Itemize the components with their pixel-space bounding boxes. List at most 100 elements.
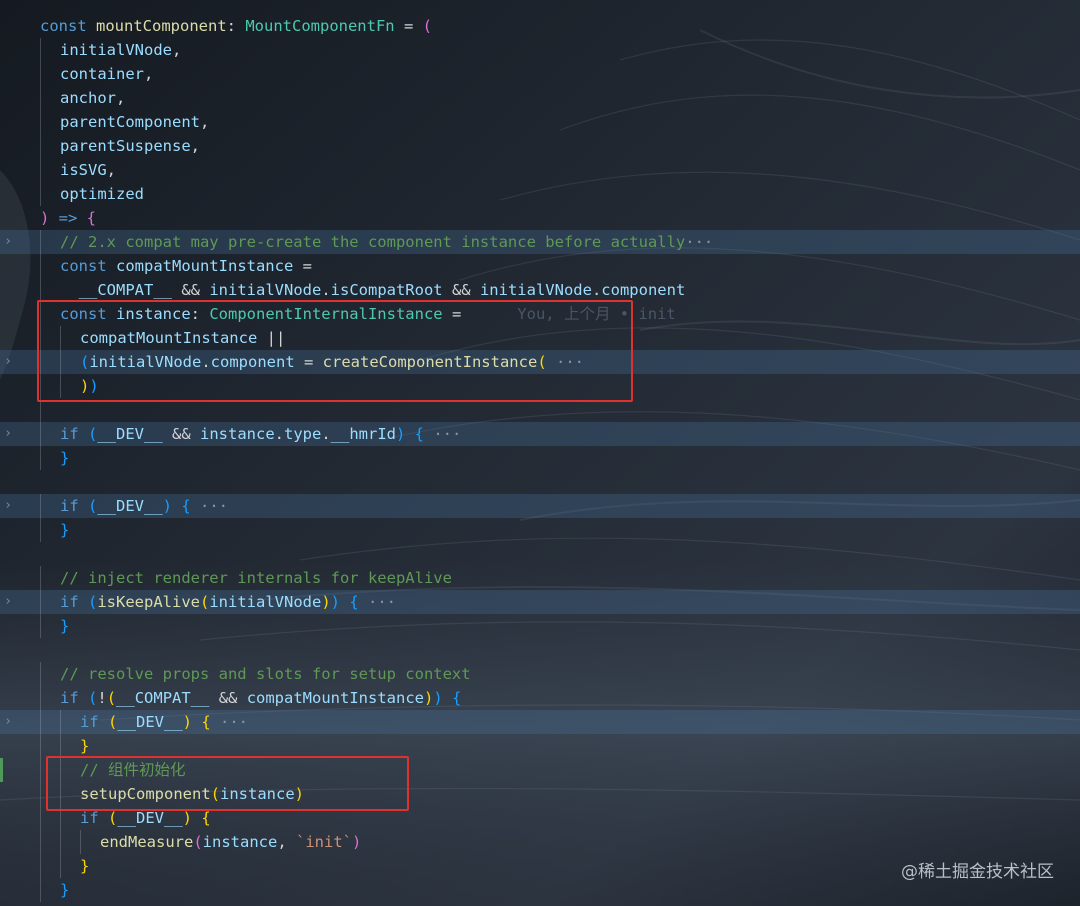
code-token: ): [352, 833, 362, 851]
code-token: {: [405, 425, 425, 443]
code-token: ): [321, 593, 331, 611]
code-token: if: [80, 713, 108, 731]
code-token: const: [40, 17, 96, 35]
indent-guides: [40, 734, 80, 758]
indent-guides: [40, 158, 60, 182]
code-token: ): [182, 809, 193, 827]
code-token: initialVNode: [60, 41, 172, 59]
code-token: initialVNode: [209, 281, 322, 299]
indent-guides: [40, 830, 100, 854]
code-line[interactable]: if (__DEV__ && instance.type.__hmrId) { …: [0, 422, 1080, 446]
code-token: :: [226, 17, 246, 35]
code-token: __DEV__: [97, 497, 163, 515]
folded-ellipsis[interactable]: ···: [359, 593, 396, 611]
code-token: instance: [200, 425, 275, 443]
code-line[interactable]: if (isKeepAlive(initialVNode)) { ···: [0, 590, 1080, 614]
code-token: if: [80, 809, 108, 827]
code-token: initialVNode: [479, 281, 592, 299]
code-token: __COMPAT__: [60, 281, 182, 299]
code-token: __DEV__: [117, 809, 183, 827]
indent-guides: [40, 134, 60, 158]
code-line[interactable]: if (__DEV__) { ···: [0, 494, 1080, 518]
code-token: (: [88, 425, 98, 443]
indent-guides: [40, 614, 60, 638]
code-token: =>: [49, 209, 87, 227]
code-token: (: [88, 689, 98, 707]
code-token: __DEV__: [97, 425, 163, 443]
code-line[interactable]: // resolve props and slots for setup con…: [40, 662, 1080, 686]
code-line[interactable]: }: [40, 446, 1080, 470]
code-line[interactable]: }: [40, 614, 1080, 638]
folded-ellipsis[interactable]: ···: [211, 713, 248, 731]
code-token: optimized: [60, 185, 144, 203]
indent-guides: [40, 38, 60, 62]
code-line[interactable]: [40, 542, 1080, 566]
code-token: {: [192, 713, 211, 731]
code-token: (: [106, 689, 117, 707]
code-token: ,: [199, 113, 210, 131]
code-line[interactable]: ) => {: [40, 206, 1080, 230]
indent-guides: [40, 86, 60, 110]
folded-ellipsis[interactable]: ···: [424, 425, 461, 443]
code-line[interactable]: }: [40, 734, 1080, 758]
code-token: compatMountInstance: [116, 257, 294, 275]
code-token: parentComponent: [60, 113, 200, 131]
indent-guides: [40, 590, 60, 614]
code-token: // 2.x compat may pre-create the compone…: [60, 233, 686, 251]
code-token: ,: [106, 161, 117, 179]
code-token: if: [60, 689, 88, 707]
folded-ellipsis[interactable]: ···: [191, 497, 228, 515]
code-token: ,: [116, 89, 126, 107]
code-token: ,: [144, 65, 154, 83]
code-token: &&: [162, 425, 200, 443]
folded-ellipsis[interactable]: ···: [685, 233, 713, 251]
code-line[interactable]: initialVNode,: [40, 38, 1080, 62]
code-line[interactable]: anchor,: [40, 86, 1080, 110]
code-line[interactable]: if (!(__COMPAT__ && compatMountInstance)…: [40, 686, 1080, 710]
indent-guides: [40, 662, 60, 686]
code-token: ): [182, 713, 193, 731]
git-change-marker: [0, 758, 3, 782]
code-token: if: [60, 593, 88, 611]
code-line[interactable]: isSVG,: [40, 158, 1080, 182]
code-token: }: [60, 521, 70, 539]
code-line[interactable]: if (__DEV__) { ···: [0, 710, 1080, 734]
code-token: }: [80, 857, 90, 875]
code-line[interactable]: const compatMountInstance =: [40, 254, 1080, 278]
indent-guides: [40, 254, 60, 278]
code-token: (: [200, 593, 210, 611]
indent-guides: [40, 686, 60, 710]
code-line[interactable]: }: [40, 518, 1080, 542]
code-line[interactable]: [40, 638, 1080, 662]
watermark: @稀土掘金技术社区: [901, 862, 1054, 882]
code-token: const: [60, 257, 116, 275]
code-token: }: [80, 737, 90, 755]
code-token: isKeepAlive: [97, 593, 200, 611]
code-line[interactable]: parentSuspense,: [40, 134, 1080, 158]
code-line[interactable]: endMeasure(instance, `init`): [40, 830, 1080, 854]
indent-guides: [40, 278, 60, 302]
code-line[interactable]: // 2.x compat may pre-create the compone…: [0, 230, 1080, 254]
code-token: isSVG: [60, 161, 107, 179]
code-token: ): [162, 497, 173, 515]
code-token: ,: [277, 833, 296, 851]
code-line[interactable]: optimized: [40, 182, 1080, 206]
code-line[interactable]: __COMPAT__ && initialVNode.isCompatRoot …: [40, 278, 1080, 302]
code-line[interactable]: // inject renderer internals for keepAli…: [40, 566, 1080, 590]
indent-guides: [40, 446, 60, 470]
code-token: isCompatRoot: [330, 281, 443, 299]
code-token: __COMPAT__: [116, 689, 210, 707]
code-line[interactable]: [40, 470, 1080, 494]
code-token: if: [60, 425, 88, 443]
code-line[interactable]: parentComponent,: [40, 110, 1080, 134]
indent-guides: [40, 182, 60, 206]
code-line[interactable]: container,: [40, 62, 1080, 86]
code-token: .: [591, 281, 602, 299]
code-token: ): [424, 689, 434, 707]
indent-guides: [40, 854, 80, 878]
code-token: }: [60, 617, 70, 635]
code-token: (: [108, 809, 118, 827]
code-token: =: [293, 257, 312, 275]
code-line[interactable]: const mountComponent: MountComponentFn =…: [40, 14, 1080, 38]
code-token: instance: [202, 833, 278, 851]
